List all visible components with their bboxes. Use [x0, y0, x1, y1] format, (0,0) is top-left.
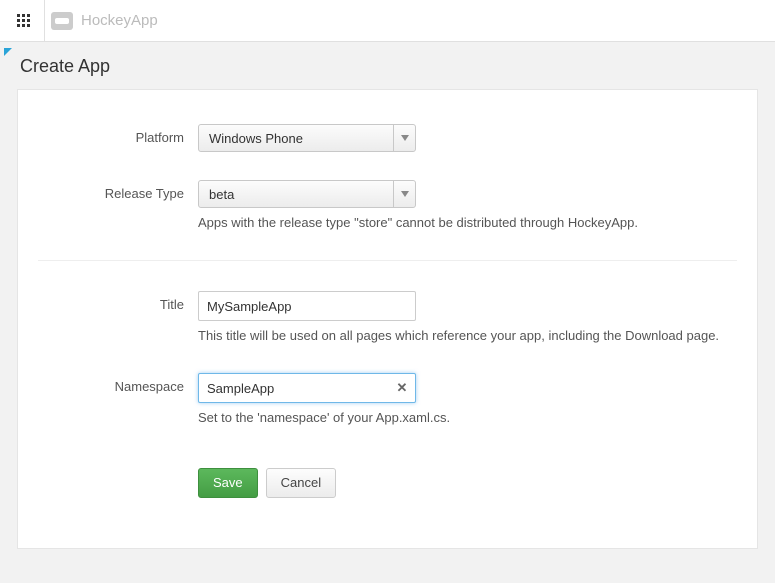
page-header: Create App: [0, 42, 775, 89]
form-actions: Save Cancel: [38, 468, 737, 498]
namespace-help: Set to the 'namespace' of your App.xaml.…: [198, 409, 737, 427]
top-bar: HockeyApp: [0, 0, 775, 42]
release-type-help: Apps with the release type "store" canno…: [198, 214, 737, 232]
title-label: Title: [38, 291, 198, 312]
platform-value: Windows Phone: [199, 131, 393, 146]
brand[interactable]: HockeyApp: [51, 12, 158, 30]
namespace-input[interactable]: [198, 373, 416, 403]
save-button[interactable]: Save: [198, 468, 258, 498]
page-title: Create App: [20, 56, 757, 77]
caret-down-icon: [393, 181, 415, 207]
release-type-value: beta: [199, 187, 393, 202]
release-type-label: Release Type: [38, 180, 198, 201]
cancel-button[interactable]: Cancel: [266, 468, 336, 498]
title-input[interactable]: [198, 291, 416, 321]
section-divider: [38, 260, 737, 261]
form-panel: Platform Windows Phone Release Type beta…: [17, 89, 758, 549]
topbar-divider: [44, 0, 45, 42]
brand-icon: [51, 12, 73, 30]
apps-grid-button[interactable]: [8, 5, 40, 37]
title-help: This title will be used on all pages whi…: [198, 327, 737, 345]
grid-icon: [17, 14, 31, 28]
platform-select[interactable]: Windows Phone: [198, 124, 416, 152]
header-corner-accent: [4, 48, 12, 56]
namespace-label: Namespace: [38, 373, 198, 394]
brand-name: HockeyApp: [81, 12, 158, 29]
release-type-select[interactable]: beta: [198, 180, 416, 208]
caret-down-icon: [393, 125, 415, 151]
clear-input-button[interactable]: ✕: [394, 380, 410, 396]
platform-label: Platform: [38, 124, 198, 145]
